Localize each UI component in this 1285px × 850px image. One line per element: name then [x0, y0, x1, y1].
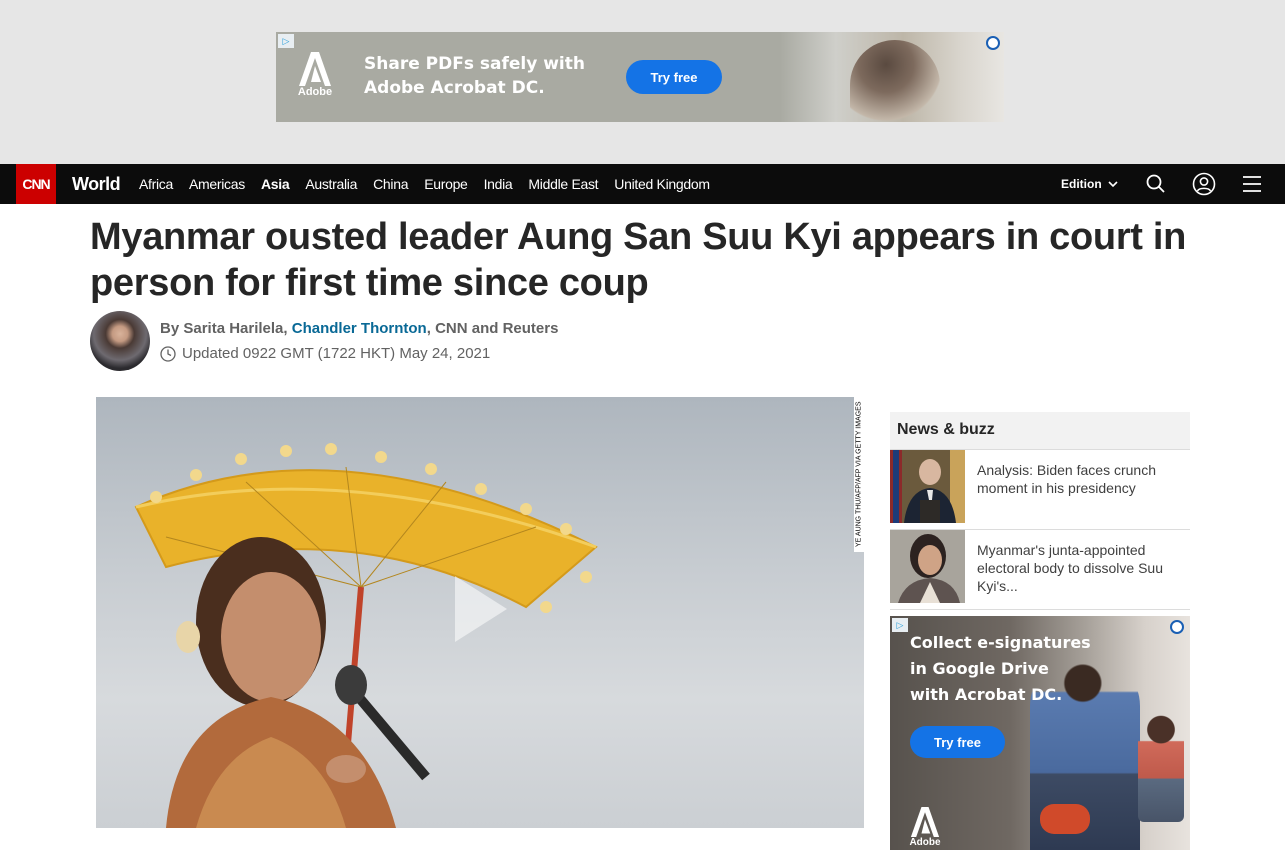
cnn-logo[interactable]: CNN	[16, 164, 56, 204]
play-icon[interactable]	[451, 572, 511, 646]
adchoices-icon[interactable]: ▷	[278, 34, 294, 48]
adobe-a-icon	[299, 52, 331, 86]
ad-photo-child	[1138, 712, 1184, 822]
author-avatar	[90, 311, 150, 371]
buzz-item-text[interactable]: Analysis: Biden faces crunch moment in h…	[977, 461, 1182, 497]
adobe-a-icon	[910, 806, 940, 837]
author-link[interactable]: Chandler Thornton	[292, 320, 427, 337]
nav-item-europe[interactable]: Europe	[424, 176, 468, 192]
nav-item-americas[interactable]: Americas	[189, 176, 245, 192]
ad-privacy-icon[interactable]	[986, 36, 1000, 50]
article-headline: Myanmar ousted leader Aung San Suu Kyi a…	[90, 216, 1187, 304]
biden-thumbnail	[890, 450, 965, 523]
ad-message-line1: Share PDFs safely with	[364, 54, 585, 74]
nav-item-middle-east[interactable]: Middle East	[528, 176, 598, 192]
try-free-button[interactable]: Try free	[910, 726, 1005, 758]
ad-privacy-icon[interactable]	[1170, 620, 1184, 634]
adobe-sidebar-ad[interactable]: ▷ Collect e-signatures in Google Drive w…	[890, 616, 1190, 850]
byline-suffix: , CNN and Reuters	[426, 320, 559, 337]
ad-message-line3: with Acrobat DC.	[910, 685, 1063, 704]
nav-item-asia[interactable]: Asia	[261, 176, 290, 192]
news-buzz-title: News & buzz	[890, 412, 1190, 450]
nav-item-africa[interactable]: Africa	[139, 176, 173, 192]
adobe-banner-ad[interactable]: ▷ Adobe Share PDFs safely with Adobe Acr…	[276, 32, 1004, 122]
suu-kyi-thumbnail	[890, 530, 965, 603]
ad-photo	[780, 32, 1004, 122]
video-player[interactable]: YE AUNG THU/AFP/AFP VIA GETTY IMAGES	[96, 397, 864, 828]
try-free-button[interactable]: Try free	[626, 60, 722, 94]
section-title[interactable]: World	[72, 174, 121, 195]
menu-icon[interactable]	[1240, 172, 1264, 196]
ad-photo-phone	[1040, 804, 1090, 834]
adobe-logo: Adobe	[296, 44, 334, 106]
nav-item-united-kingdom[interactable]: United Kingdom	[614, 176, 710, 192]
byline: By Sarita Harilela, Chandler Thornton, C…	[160, 320, 558, 337]
ad-message-line2: Adobe Acrobat DC.	[364, 78, 545, 98]
adobe-logo: Adobe	[909, 806, 941, 848]
timestamp-text: Updated 0922 GMT (1722 HKT) May 24, 2021	[182, 345, 491, 362]
clock-icon	[160, 345, 176, 362]
adobe-brand-label: Adobe	[909, 836, 941, 848]
ad-message-line2: in Google Drive	[910, 659, 1049, 678]
list-item[interactable]: Analysis: Biden faces crunch moment in h…	[890, 450, 1190, 530]
adobe-brand-label: Adobe	[297, 86, 333, 98]
adchoices-icon[interactable]: ▷	[892, 618, 908, 632]
top-ad-band: ▷ Adobe Share PDFs safely with Adobe Acr…	[0, 0, 1285, 164]
chevron-down-icon	[1108, 180, 1118, 187]
nav-item-australia[interactable]: Australia	[305, 176, 357, 192]
buzz-item-text[interactable]: Myanmar's junta-appointed electoral body…	[977, 541, 1182, 595]
edition-label: Edition	[1061, 177, 1102, 191]
photo-credit: YE AUNG THU/AFP/AFP VIA GETTY IMAGES	[854, 397, 864, 552]
ad-message: Share PDFs safely with Adobe Acrobat DC.	[364, 52, 585, 100]
search-icon[interactable]	[1144, 172, 1168, 196]
ad-photo-figure	[850, 40, 940, 122]
nav-item-india[interactable]: India	[484, 176, 513, 192]
list-item[interactable]: Myanmar's junta-appointed electoral body…	[890, 530, 1190, 610]
account-icon[interactable]	[1192, 172, 1216, 196]
news-buzz-sidebar: News & buzz Analysis: Biden faces crunch…	[890, 412, 1190, 610]
ad-message: Collect e-signatures in Google Drive wit…	[910, 630, 1110, 708]
main-nav: CNN World Africa Americas Asia Australia…	[0, 164, 1285, 204]
timestamp: Updated 0922 GMT (1722 HKT) May 24, 2021	[160, 345, 490, 362]
ad-message-line1: Collect e-signatures	[910, 633, 1091, 652]
edition-selector[interactable]: Edition	[1061, 177, 1118, 191]
byline-prefix: By Sarita Harilela,	[160, 320, 292, 337]
region-nav: Africa Americas Asia Australia China Eur…	[139, 176, 726, 192]
nav-item-china[interactable]: China	[373, 176, 408, 192]
